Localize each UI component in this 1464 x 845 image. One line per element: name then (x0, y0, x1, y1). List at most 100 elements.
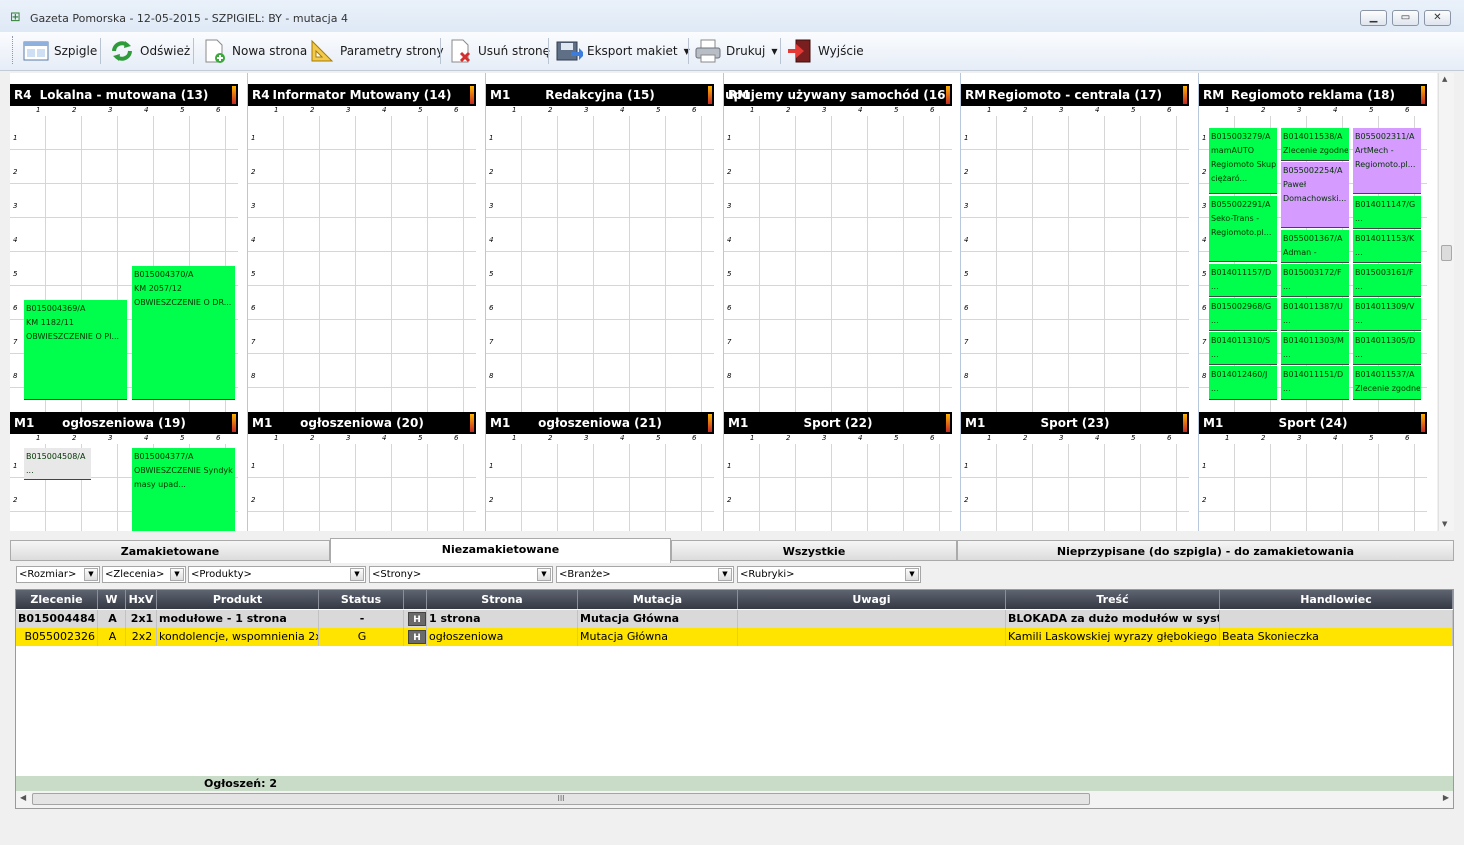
board-vertical-scrollbar[interactable]: ▲ ▼ (1438, 73, 1454, 531)
scroll-thumb[interactable] (1441, 245, 1452, 261)
ad-block[interactable]: B014011151/D... (1281, 366, 1349, 400)
page-grid[interactable] (961, 444, 1189, 531)
scroll-left-icon[interactable]: ◀ (20, 793, 26, 802)
ad-block[interactable]: B015004370/A KM 2057/12 OBWIESZCZENIE O DR… (132, 266, 235, 400)
scroll-down-icon[interactable]: ▼ (1442, 520, 1447, 528)
tab-zamakietowane[interactable]: Zamakietowane (10, 540, 330, 561)
page-header[interactable]: RM upujemy używany samochód (16) (724, 84, 952, 106)
column-header[interactable]: W (98, 590, 126, 609)
chevron-down-icon[interactable]: ▼ (170, 568, 184, 581)
page-grid[interactable] (724, 444, 952, 531)
export-button[interactable]: Eksport makiet ▼ (555, 36, 690, 66)
ad-block[interactable]: B055002254/A Paweł Domachowski... (1281, 162, 1349, 228)
print-button[interactable]: Drukuj ▼ (694, 36, 777, 66)
exit-button[interactable]: Wyjście (786, 36, 864, 66)
chevron-down-icon[interactable]: ▼ (84, 568, 98, 581)
column-header[interactable]: Uwagi (738, 590, 1006, 609)
page-header[interactable]: RM Regiomoto - centrala (17) (961, 84, 1189, 106)
ad-block[interactable]: B015003161/F... (1353, 264, 1421, 297)
column-header[interactable]: Status (319, 590, 404, 609)
page-grid[interactable] (486, 116, 714, 412)
ad-block[interactable]: B015003279/A mamAUTO Regiomoto Skup ciężaró… (1209, 128, 1277, 194)
chevron-down-icon[interactable]: ▼ (905, 568, 919, 581)
tab-nieprzypisane[interactable]: Nieprzypisane (do szpigla) - do zamakiet… (957, 540, 1454, 561)
column-header[interactable]: HxV (126, 590, 157, 609)
ad-block[interactable]: B015004508/A... (24, 448, 91, 480)
chevron-down-icon[interactable]: ▼ (718, 568, 732, 581)
ad-block[interactable]: B014011157/D... (1209, 264, 1277, 297)
page-header[interactable]: RM Regiomoto reklama (18) (1199, 84, 1427, 106)
page-grid[interactable] (961, 116, 1189, 412)
page-header[interactable]: M1 Sport (23) (961, 412, 1189, 434)
page-card[interactable]: M1ogłoszeniowa (21)12345612345678 (486, 412, 714, 531)
ad-block[interactable]: B014011538/A Zlecenie zgodne (1281, 128, 1349, 161)
tab-wszystkie[interactable]: Wszystkie (671, 540, 957, 561)
filter-rubryki[interactable]: <Rubryki> ▼ (737, 566, 921, 583)
filter-branze[interactable]: <Branże> ▼ (556, 566, 734, 583)
ad-block[interactable]: B014012460/J... (1209, 366, 1277, 400)
ad-block[interactable]: B055001367/A Adman - (1281, 230, 1349, 263)
close-button[interactable]: ✕ (1424, 10, 1451, 26)
szpigle-button[interactable]: Szpigle (22, 36, 97, 66)
page-board[interactable]: R4 Lokalna - mutowana (13) 1 2 3 4 5 6 1 2 3 4 5 6 7 8 B… (10, 73, 1437, 531)
filter-rozmiar[interactable]: <Rozmiar> ▼ (16, 566, 100, 583)
ad-block[interactable]: B014011153/K... (1353, 230, 1421, 263)
page-header[interactable]: M1 Sport (22) (724, 412, 952, 434)
table-horizontal-scrollbar[interactable]: ◀ III ▶ (16, 791, 1453, 808)
ad-block[interactable]: B015004377/A OBWIESZCZENIE Syndyk masy upa… (132, 448, 235, 531)
page-card[interactable]: M1 Redakcyjna (15) 1 2 3 4 5 6 1 2 3 4 5 6 7 8 (486, 84, 714, 414)
refresh-button[interactable]: Odśwież (108, 36, 190, 66)
page-header[interactable]: M1 Redakcyjna (15) (486, 84, 714, 106)
column-header[interactable]: Mutacja (578, 590, 738, 609)
page-card[interactable]: M1ogłoszeniowa (20)12345612345678 (248, 412, 476, 531)
maximize-button[interactable]: ▭ (1392, 10, 1419, 26)
page-grid[interactable] (248, 444, 476, 531)
page-card[interactable]: M1ogłoszeniowa (19)12345612345678B015004… (10, 412, 238, 531)
filter-produkty[interactable]: <Produkty> ▼ (188, 566, 366, 583)
ad-block[interactable]: B014011537/A Zlecenie zgodne (1353, 366, 1421, 400)
filter-zlecenia[interactable]: <Zlecenia> ▼ (102, 566, 186, 583)
delete-page-button[interactable]: Usuń stronę (446, 36, 550, 66)
page-grid[interactable] (248, 116, 476, 412)
page-grid[interactable] (1199, 444, 1427, 531)
ad-block[interactable]: B015003172/F... (1281, 264, 1349, 297)
filter-strony[interactable]: <Strony> ▼ (369, 566, 553, 583)
table-row[interactable]: B015004484 A 2x1 modułowe - 1 strona - H 1 str… (16, 610, 1453, 628)
page-card[interactable]: R4 Informator Mutowany (14) 1 2 3 4 5 6 1 2 3 4 5 6 7 8 (248, 84, 476, 414)
table-row[interactable]: B055002326 A 2x2 kondolencje, wspomnienia 2… (16, 628, 1453, 646)
chevron-down-icon[interactable]: ▼ (350, 568, 364, 581)
new-page-button[interactable]: Nowa strona (200, 36, 307, 66)
page-grid[interactable] (486, 444, 714, 531)
page-header[interactable]: R4 Informator Mutowany (14) (248, 84, 476, 106)
column-header[interactable]: Strona (427, 590, 578, 609)
page-header[interactable]: M1 ogłoszeniowa (19) (10, 412, 238, 434)
page-card[interactable]: RM Regiomoto - centrala (17) 1 2 3 4 5 6 1 2 3 4 5 6 7… (961, 84, 1189, 414)
minimize-button[interactable]: ▁ (1360, 10, 1387, 26)
ad-block[interactable]: B055002311/A ArtMech - Regiomoto.pl... (1353, 128, 1421, 194)
ad-block[interactable]: B014011305/D... (1353, 332, 1421, 365)
toolbar-grip[interactable] (12, 36, 16, 64)
column-header[interactable]: Zlecenie (16, 590, 98, 609)
ad-block[interactable]: B014011387/U... (1281, 298, 1349, 331)
ad-block[interactable]: B015004369/A KM 1182/11 OBWIESZCZENIE O PI… (24, 300, 127, 400)
ad-block[interactable]: B014011309/V... (1353, 298, 1421, 331)
scroll-up-icon[interactable]: ▲ (1442, 75, 1447, 83)
page-header[interactable]: M1 Sport (24) (1199, 412, 1427, 434)
page-header[interactable]: M1 ogłoszeniowa (21) (486, 412, 714, 434)
column-header[interactable]: Produkt (157, 590, 319, 609)
ad-block[interactable]: B015002968/G... (1209, 298, 1277, 331)
column-header[interactable]: Handlowiec (1220, 590, 1453, 609)
page-card[interactable]: RM Regiomoto reklama (18) 1 2 3 4 5 6 1 2 3 4 5 6 7 8 B0… (1199, 84, 1427, 414)
column-header[interactable]: Treść (1006, 590, 1220, 609)
column-header[interactable] (404, 590, 427, 609)
chevron-down-icon[interactable]: ▼ (537, 568, 551, 581)
page-header[interactable]: R4 Lokalna - mutowana (13) (10, 84, 238, 106)
ad-block[interactable]: B014011303/M... (1281, 332, 1349, 365)
ad-block[interactable]: B055002291/A Seko-Trans - Regiomoto.pl... (1209, 196, 1277, 262)
page-card[interactable]: M1Sport (23)12345612345678 (961, 412, 1189, 531)
page-header[interactable]: M1 ogłoszeniowa (20) (248, 412, 476, 434)
ad-block[interactable]: B014011147/G... (1353, 196, 1421, 229)
page-card[interactable]: RM upujemy używany samochód (16) 1 2 3 4 5 6 1 2 3… (724, 84, 952, 414)
ad-block[interactable]: B014011310/S... (1209, 332, 1277, 365)
page-card[interactable]: R4 Lokalna - mutowana (13) 1 2 3 4 5 6 1 2 3 4 5 6 7 8 B… (10, 84, 238, 414)
